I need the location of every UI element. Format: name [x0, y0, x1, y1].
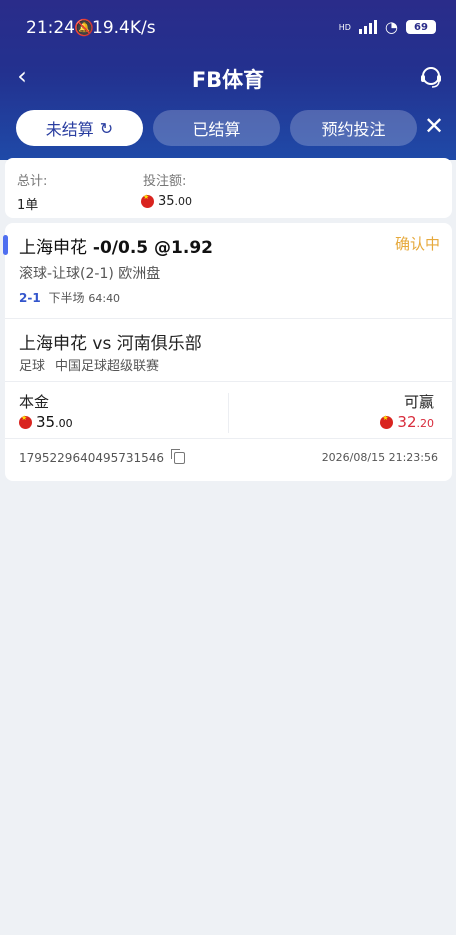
- live-score: 2-1: [19, 291, 41, 305]
- page-title: FB体育: [191, 68, 265, 92]
- bet-team: 上海申花: [19, 238, 87, 258]
- currency-flag-icon: [19, 414, 32, 429]
- nav-bar: ‹ FB体育: [0, 56, 456, 100]
- bet-market: 滚球-让球(2-1) 欧洲盘: [19, 266, 161, 282]
- bell-muted-icon: 🔕: [74, 18, 94, 37]
- stake-total-label: 投注额:: [143, 174, 187, 189]
- bet-selection: 上海申花 -0/0.5 @1.92: [19, 233, 213, 258]
- match-name: 上海申花 vs 河南俱乐部: [19, 334, 202, 354]
- total-label: 总计:: [17, 174, 48, 189]
- win-dec: .20: [416, 417, 435, 430]
- bet-card[interactable]: 上海申花 -0/0.5 @1.92 确认中 滚球-让球(2-1) 欧洲盘 2-1…: [3, 223, 452, 481]
- live-period: 下半场: [48, 291, 85, 305]
- win-label: 可赢: [403, 393, 434, 411]
- order-id: 1795229640495731546: [19, 449, 186, 465]
- bet-timestamp: 2026/08/15 21:23:56: [321, 451, 438, 464]
- league-name: 中国足球超级联赛: [55, 359, 160, 374]
- stake-label: 本金: [19, 393, 50, 411]
- bet-accent-bar: [3, 235, 8, 255]
- signal-icon: [358, 20, 377, 34]
- divider: [5, 438, 452, 439]
- header: 21:24 🔕 19.4K/s HD ◔ 69 ‹ FB体育 未结算 ↻ 已结算…: [0, 0, 456, 160]
- tab-reserved-label: 预约投注: [321, 120, 386, 139]
- close-icon[interactable]: ✕: [420, 112, 448, 140]
- sport-name: 足球: [19, 359, 46, 374]
- stake-total-dec: .00: [174, 195, 193, 208]
- net-speed: 19.4K/s: [92, 18, 156, 38]
- tab-unsettled-label: 未结算: [45, 120, 94, 139]
- stake-value: 35.00: [19, 413, 73, 431]
- divider: [228, 393, 229, 433]
- stake-dec: .00: [55, 417, 73, 430]
- tab-settled[interactable]: 已结算: [153, 110, 280, 146]
- stake-total-int: 35: [158, 194, 175, 209]
- tab-bar: 未结算 ↻ 已结算 预约投注 ✕: [0, 110, 456, 148]
- tab-reserved[interactable]: 预约投注: [290, 110, 417, 146]
- status-time: 21:24: [26, 18, 75, 38]
- network-type-label: HD: [338, 22, 351, 32]
- battery-icon: 69: [406, 20, 436, 34]
- stake-total-value: 35.00: [141, 193, 193, 209]
- currency-flag-icon: [380, 414, 394, 429]
- status-bar: 21:24 🔕 19.4K/s HD ◔ 69: [0, 0, 456, 56]
- tab-settled-label: 已结算: [192, 120, 241, 139]
- currency-flag-icon: [141, 193, 154, 208]
- divider: [5, 318, 452, 319]
- stake-int: 35: [36, 413, 56, 431]
- summary-card: 总计: 1单 投注额: 35.00: [5, 158, 452, 218]
- total-value: 1单: [17, 198, 39, 213]
- wifi-icon: ◔: [384, 18, 398, 36]
- live-info: 2-1 下半场 64:40: [19, 289, 120, 306]
- refresh-icon[interactable]: ↻: [100, 119, 113, 138]
- status-icons: HD ◔ 69: [339, 18, 436, 36]
- live-clock: 64:40: [88, 292, 121, 305]
- win-value: 32.20: [380, 413, 434, 431]
- tab-unsettled[interactable]: 未结算 ↻: [16, 110, 143, 146]
- bet-status-badge: 确认中: [394, 235, 440, 253]
- copy-icon[interactable]: [171, 449, 186, 464]
- divider: [5, 381, 452, 382]
- league-info: 足球 中国足球超级联赛: [19, 355, 159, 374]
- customer-service-icon[interactable]: [418, 64, 444, 90]
- order-id-text: 1795229640495731546: [19, 451, 165, 465]
- bet-handicap-odds: -0/0.5 @1.92: [92, 238, 213, 258]
- win-int: 32: [397, 413, 417, 431]
